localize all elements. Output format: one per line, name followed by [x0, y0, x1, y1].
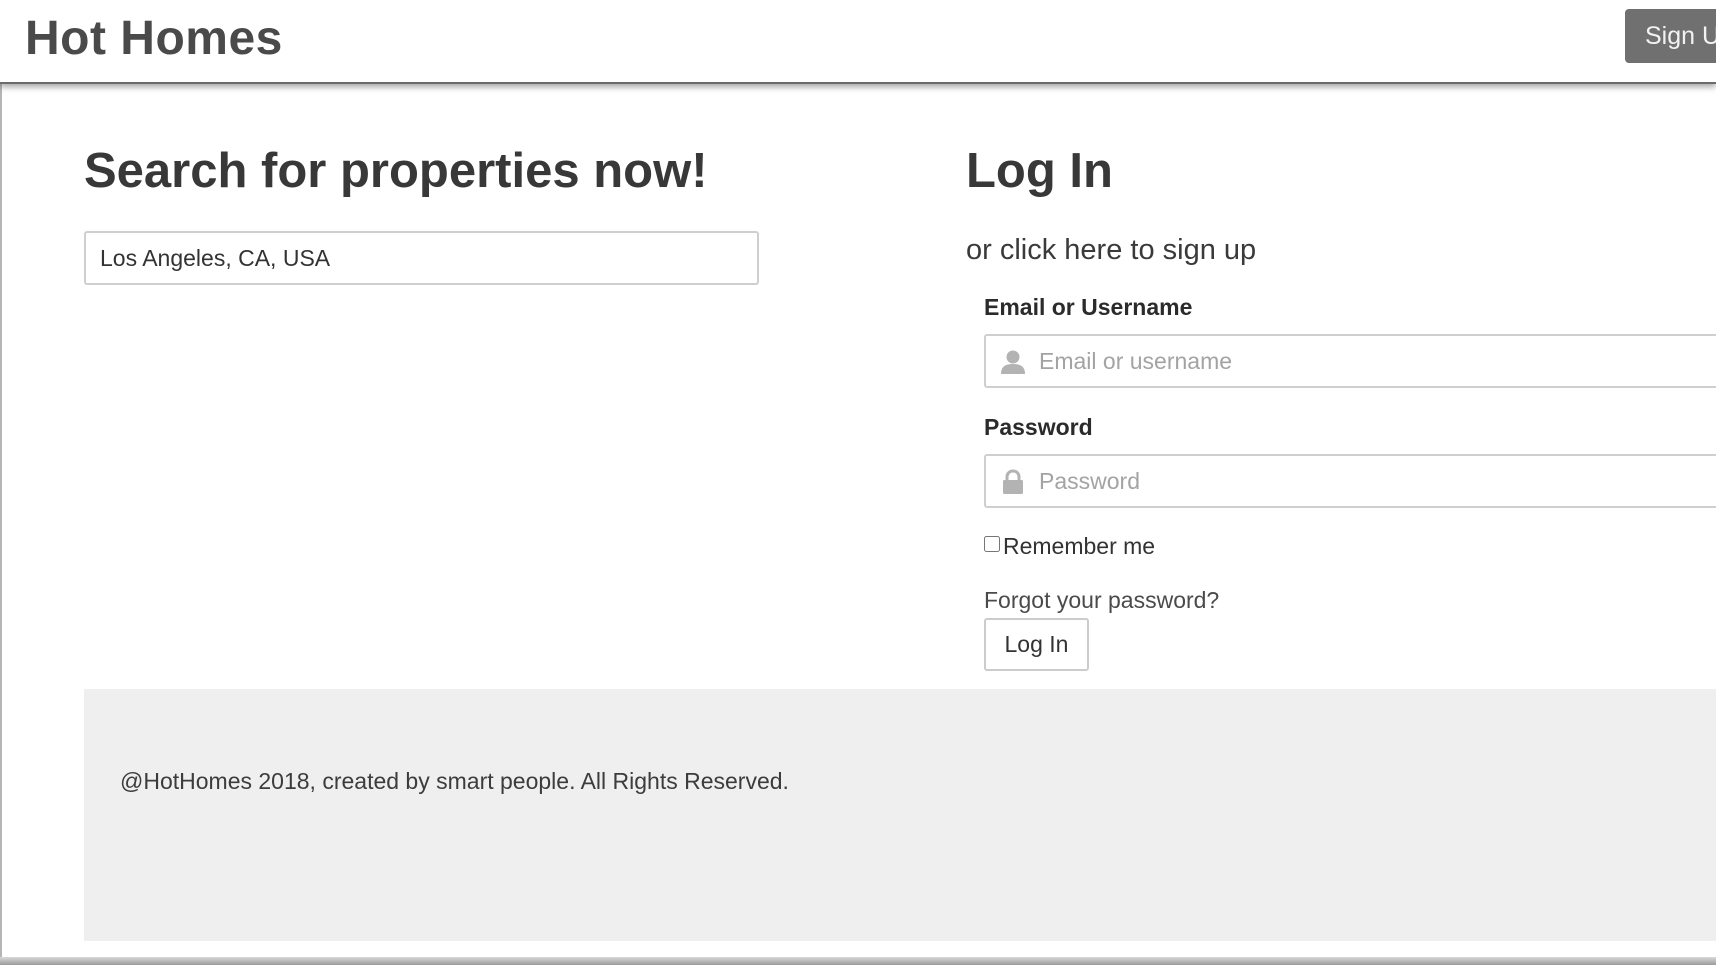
- window-left-edge: [0, 0, 2, 965]
- footer-copyright: @HotHomes 2018, created by smart people.…: [120, 768, 789, 794]
- password-label: Password: [984, 414, 1093, 440]
- username-input[interactable]: [1039, 336, 1716, 386]
- username-label: Email or Username: [984, 294, 1193, 320]
- window-bottom-edge: [0, 957, 1716, 965]
- footer: @HotHomes 2018, created by smart people.…: [84, 689, 1716, 941]
- login-title: Log In: [966, 144, 1113, 198]
- navbar: Hot Homes Sign U: [0, 0, 1716, 84]
- password-field[interactable]: [984, 454, 1716, 508]
- lock-icon: [1000, 469, 1026, 495]
- sign-up-link[interactable]: or click here to sign up: [966, 230, 1256, 270]
- search-title: Search for properties now!: [84, 144, 708, 198]
- remember-me-checkbox[interactable]: [984, 536, 1000, 552]
- log-in-button[interactable]: Log In: [984, 618, 1089, 671]
- brand-logo[interactable]: Hot Homes: [25, 10, 283, 68]
- username-field[interactable]: [984, 334, 1716, 388]
- forgot-password-link[interactable]: Forgot your password?: [984, 585, 1219, 615]
- location-search-input[interactable]: [84, 231, 759, 285]
- remember-me-label[interactable]: Remember me: [1003, 530, 1155, 562]
- page: Hot Homes Sign U Search for properties n…: [0, 0, 1716, 965]
- password-input[interactable]: [1039, 456, 1716, 506]
- sign-up-button[interactable]: Sign U: [1625, 9, 1716, 63]
- user-icon: [1000, 349, 1026, 375]
